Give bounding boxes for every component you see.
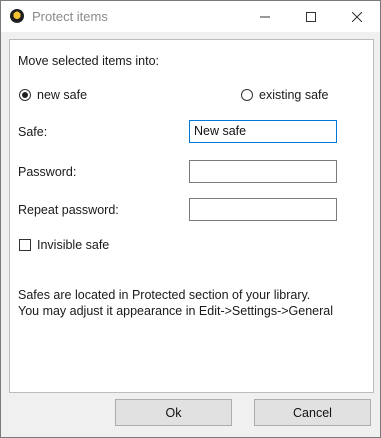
repeat-password-label: Repeat password: — [18, 203, 119, 217]
invisible-safe-label[interactable]: Invisible safe — [37, 238, 109, 252]
safe-name-field[interactable]: New safe — [189, 120, 337, 143]
ok-button[interactable]: Ok — [115, 399, 232, 426]
invisible-safe-checkbox[interactable] — [19, 239, 31, 251]
minimize-icon — [260, 16, 270, 17]
maximize-icon — [306, 11, 316, 22]
move-into-heading: Move selected items into: — [18, 54, 160, 68]
close-button[interactable] — [334, 1, 380, 32]
title-bar[interactable]: Protect items — [1, 1, 380, 32]
existing-safe-radio[interactable] — [241, 89, 253, 101]
info-text-line1: Safes are located in Protected section o… — [18, 288, 311, 302]
repeat-password-field[interactable] — [189, 198, 337, 221]
password-label: Password: — [18, 165, 77, 179]
app-logo-icon — [10, 9, 24, 23]
maximize-button[interactable] — [288, 1, 334, 32]
close-icon — [352, 11, 362, 22]
safe-label: Safe: — [18, 125, 48, 139]
protect-items-dialog: Protect items Move selected items into: … — [0, 0, 381, 438]
minimize-button[interactable] — [242, 1, 288, 32]
dialog-content-panel: Move selected items into: new safe exist… — [9, 39, 374, 393]
new-safe-label[interactable]: new safe — [37, 88, 87, 102]
password-field[interactable] — [189, 160, 337, 183]
info-text-line2: You may adjust it appearance in Edit->Se… — [18, 304, 334, 318]
window-title: Protect items — [32, 9, 108, 24]
new-safe-radio[interactable] — [19, 89, 31, 101]
cancel-button[interactable]: Cancel — [254, 399, 371, 426]
existing-safe-label[interactable]: existing safe — [259, 88, 328, 102]
